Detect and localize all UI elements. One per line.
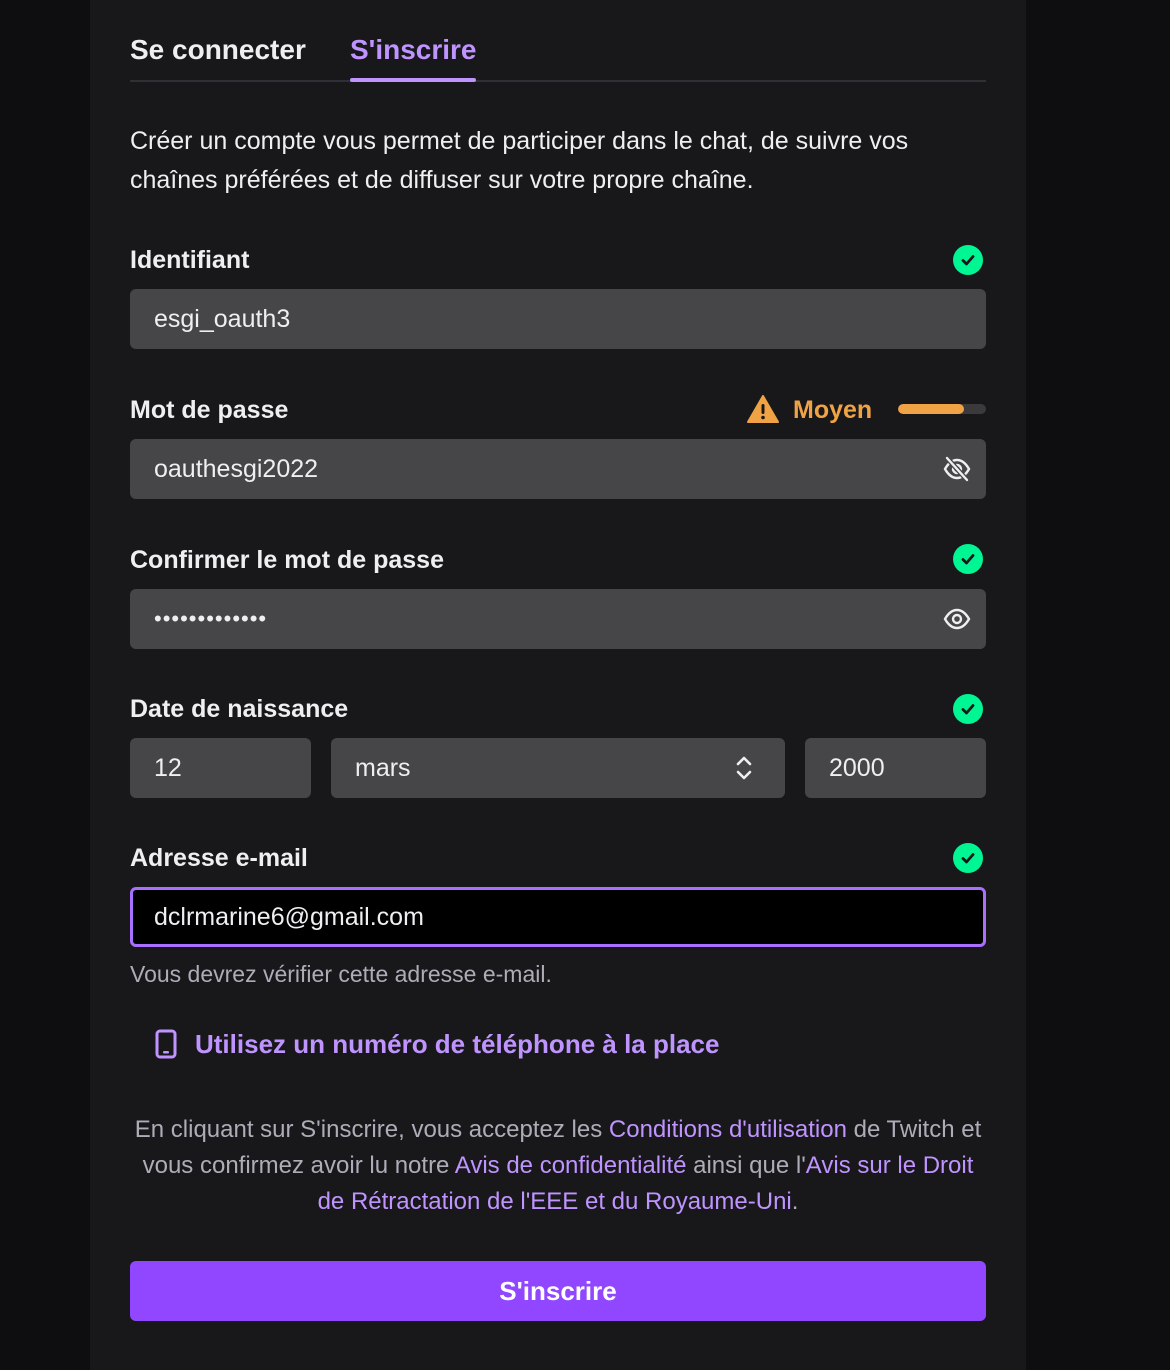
intro-text: Créer un compte vous permet de participe… [130,127,909,194]
password-strength-meter [898,404,986,414]
birth-year-input[interactable]: 2000 [805,738,986,798]
confirm-password-input[interactable]: ••••••••••••• [130,589,986,649]
privacy-notice-link[interactable]: Avis de confidentialité [455,1152,687,1179]
phone-icon [155,1029,177,1059]
username-input[interactable]: esgi_oauth3 [130,289,986,349]
tab-register[interactable]: S'inscrire [350,30,477,70]
use-phone-link[interactable]: Utilisez un numéro de téléphone à la pla… [155,1025,719,1063]
birth-day-input[interactable]: 12 [130,738,311,798]
email-input[interactable]: dclrmarine6@gmail.com [130,887,986,947]
terms-text: En cliquant sur S'inscrire, vous accepte… [134,1116,982,1215]
email-hint: Vous devrez vérifier cette adresse e-mai… [130,961,552,987]
tabs-divider [130,80,986,82]
username-valid-check-icon [953,245,983,275]
eye-icon[interactable] [942,604,972,634]
email-valid-check-icon [953,843,983,873]
tab-login[interactable]: Se connecter [130,30,306,70]
username-label: Identifiant [130,246,250,274]
password-strength-label: Moyen [793,396,873,424]
email-label: Adresse e-mail [130,844,308,872]
password-strength-fill [898,404,964,414]
birth-month-select[interactable]: mars [331,738,785,798]
active-tab-indicator [350,78,476,82]
password-input[interactable]: oauthesgi2022 [130,439,986,499]
signup-button[interactable]: S'inscrire [130,1261,986,1321]
chevron-updown-icon [736,756,752,780]
birthdate-valid-check-icon [953,694,983,724]
confirm-password-label: Confirmer le mot de passe [130,546,444,574]
warning-icon [746,394,780,424]
password-label: Mot de passe [130,396,289,424]
terms-of-service-link[interactable]: Conditions d'utilisation [609,1116,847,1143]
confirm-valid-check-icon [953,544,983,574]
use-phone-label: Utilisez un numéro de téléphone à la pla… [195,1029,720,1059]
birthdate-label: Date de naissance [130,695,349,723]
eye-slash-icon[interactable] [942,454,972,484]
